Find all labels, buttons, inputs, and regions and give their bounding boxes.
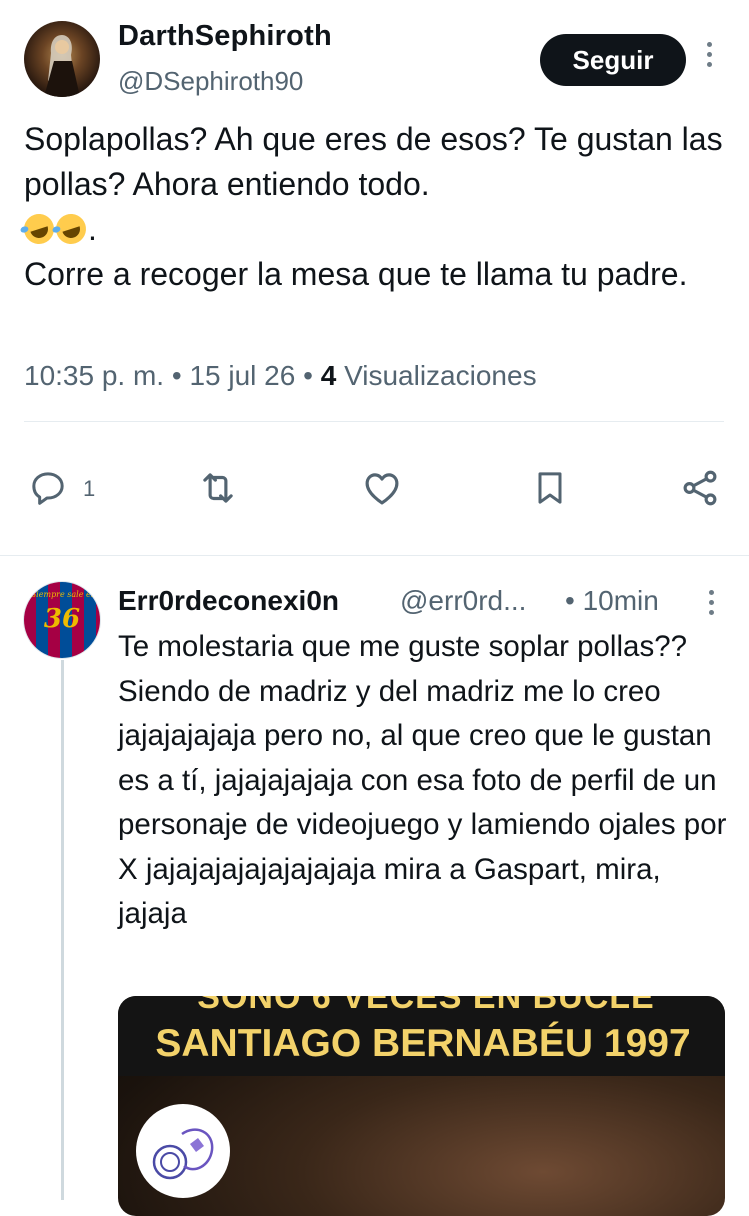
more-options-icon[interactable]	[700, 590, 722, 620]
bookmark-icon	[538, 472, 562, 504]
rolling-laughing-emoji-icon	[52, 210, 90, 248]
tweet-text: Soplapollas? Ah que eres de esos? Te gus…	[20, 117, 724, 297]
reply-button[interactable]	[26, 466, 70, 510]
follow-button[interactable]: Seguir	[540, 34, 686, 86]
reply-display-name[interactable]: Err0rdeconexi0n	[118, 585, 339, 617]
more-options-icon[interactable]	[697, 42, 721, 76]
tweet-meta: 10:35 p. m. • 15 jul 26 • 4 Visualizacio…	[24, 360, 537, 392]
meta-separator: •	[171, 360, 182, 391]
avatar-image	[44, 35, 80, 97]
emoji-suffix: .	[88, 211, 97, 247]
tweet-time[interactable]: 10:35 p. m.	[24, 360, 164, 391]
reply-count: 1	[83, 476, 96, 501]
retweet-icon	[203, 473, 233, 503]
tweet-date[interactable]: 15 jul 26	[189, 360, 295, 391]
bookmark-button[interactable]	[528, 466, 572, 510]
reply-handle[interactable]: @err0rd...	[400, 585, 526, 617]
thread-line	[61, 660, 64, 1200]
reply-media[interactable]: SONO 6 VECES EN BUCLE SANTIAGO BERNABÉU …	[118, 996, 725, 1216]
divider	[24, 421, 724, 422]
tweet-text-line-2: Corre a recoger la mesa que te llama tu …	[24, 256, 688, 292]
tweet-text-line-1: Soplapollas? Ah que eres de esos? Te gus…	[24, 121, 723, 202]
meta-separator: •	[303, 360, 313, 391]
avatar-number: 36	[43, 604, 81, 634]
media-logo	[136, 1104, 230, 1198]
retweet-button[interactable]	[196, 466, 240, 510]
reply-icon	[32, 472, 64, 505]
avatar[interactable]	[24, 21, 100, 97]
like-button[interactable]	[360, 466, 404, 510]
reply-time[interactable]: • 10min	[565, 585, 659, 617]
like-icon	[365, 473, 399, 505]
share-icon	[683, 470, 717, 506]
user-handle[interactable]: @DSephiroth90	[118, 66, 303, 97]
logo-icon	[152, 1128, 214, 1180]
share-button[interactable]	[678, 466, 722, 510]
reply-avatar[interactable]: Siempre sale el 36	[24, 582, 100, 658]
views-count: 4	[320, 360, 337, 391]
reply-text: Te molestaria que me guste soplar pollas…	[118, 630, 727, 930]
avatar-caption: Siempre sale el	[30, 590, 94, 599]
divider	[0, 555, 749, 556]
media-caption: SANTIAGO BERNABÉU 1997	[155, 1022, 691, 1065]
media-top-text: SONO 6 VECES EN BUCLE	[197, 996, 655, 1016]
views-label[interactable]: Visualizaciones	[344, 360, 537, 391]
display-name[interactable]: DarthSephiroth	[118, 20, 332, 53]
